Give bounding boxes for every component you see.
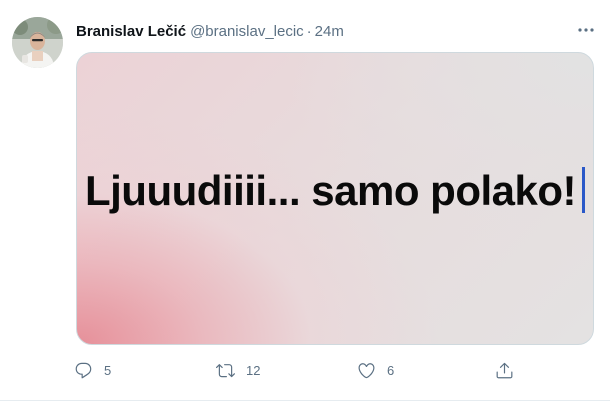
tweet[interactable]: Branislav Lečić @branislav_lecic · 24m L… xyxy=(0,0,610,401)
tweet-timestamp[interactable]: 24m xyxy=(315,23,344,40)
more-options-button[interactable] xyxy=(576,22,596,38)
author-display-name[interactable]: Branislav Lečić xyxy=(76,23,186,40)
retweet-button[interactable]: 12 xyxy=(208,356,260,384)
share-icon xyxy=(487,356,521,384)
retweet-icon xyxy=(208,356,242,384)
avatar-image xyxy=(12,17,63,68)
more-icon xyxy=(578,28,594,32)
text-caret xyxy=(582,167,586,213)
tweet-media-image[interactable]: Ljuuudiiii... samo polako! xyxy=(76,52,594,345)
media-caption: Ljuuudiiii... samo polako! xyxy=(77,161,593,221)
like-count: 6 xyxy=(387,362,395,378)
share-button[interactable] xyxy=(487,356,521,384)
reply-button[interactable]: 5 xyxy=(66,356,111,384)
tweet-header: Branislav Lečić @branislav_lecic · 24m xyxy=(76,20,570,42)
retweet-count: 12 xyxy=(246,362,261,378)
reply-count: 5 xyxy=(104,362,112,378)
heart-icon xyxy=(349,356,383,384)
reply-icon xyxy=(66,356,100,384)
media-caption-text: Ljuuudiiii... samo polako! xyxy=(84,167,577,214)
tweet-actions: 5 12 6 xyxy=(66,356,536,384)
header-separator: · xyxy=(306,22,312,40)
avatar[interactable] xyxy=(12,17,63,68)
like-button[interactable]: 6 xyxy=(349,356,394,384)
author-handle[interactable]: @branislav_lecic xyxy=(190,23,304,40)
